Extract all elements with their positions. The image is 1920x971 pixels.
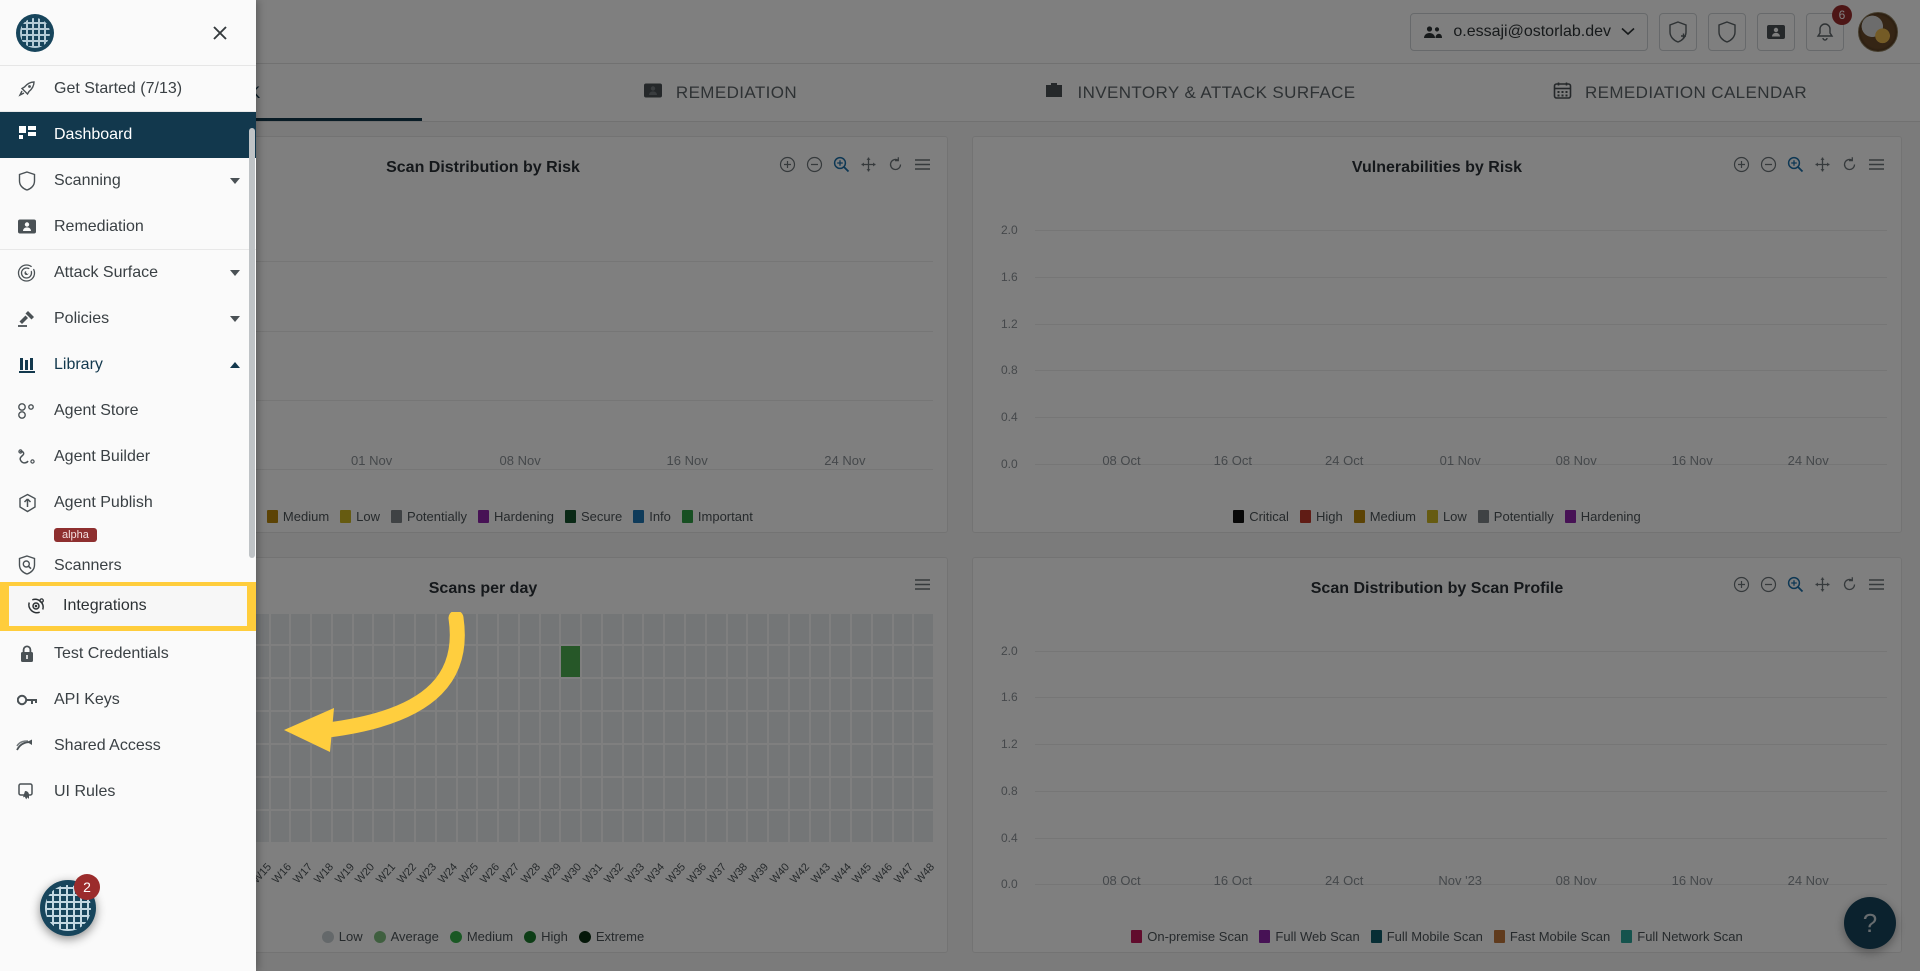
chevron-down-icon xyxy=(230,178,240,184)
scanner-icon xyxy=(16,555,38,575)
agent-store-icon xyxy=(16,402,38,420)
gavel-icon xyxy=(16,309,38,329)
sidebar-item-library[interactable]: Library xyxy=(0,342,256,388)
sidebar-item-label: Get Started (7/13) xyxy=(54,80,240,98)
support-chat-widget[interactable]: 2 xyxy=(40,880,96,936)
sidebar-item-label: Remediation xyxy=(54,218,240,236)
ostorlab-logo-icon[interactable] xyxy=(16,14,54,52)
rocket-icon xyxy=(16,79,38,99)
sidebar-item-api-keys[interactable]: API Keys xyxy=(0,677,256,723)
ui-rules-icon xyxy=(16,782,38,802)
sidebar-item-agent-publish[interactable]: Agent Publish xyxy=(0,480,256,526)
close-drawer-button[interactable] xyxy=(198,14,242,52)
drawer-scrollbar[interactable] xyxy=(249,128,255,558)
sidebar-item-label: Scanners xyxy=(54,557,240,575)
chevron-down-icon xyxy=(230,270,240,276)
sidebar-item-label: Policies xyxy=(54,310,214,328)
sidebar-item-scanning[interactable]: Scanning xyxy=(0,158,256,204)
agent-publish-icon xyxy=(16,493,38,513)
sidebar-item-integrations[interactable]: Integrations xyxy=(9,586,247,626)
sidebar-item-label: Test Credentials xyxy=(54,645,240,663)
sidebar-item-policies[interactable]: Policies xyxy=(0,296,256,342)
sidebar-item-label: UI Rules xyxy=(54,783,240,801)
sidebar-item-remediation[interactable]: Remediation xyxy=(0,204,256,250)
shield-icon xyxy=(16,171,38,191)
sidebar-item-label: Scanning xyxy=(54,172,214,190)
chevron-down-icon xyxy=(230,316,240,322)
sidebar-item-get-started[interactable]: Get Started (7/13) xyxy=(0,66,256,112)
sidebar-item-test-credentials[interactable]: Test Credentials xyxy=(0,631,256,677)
lock-icon xyxy=(16,644,38,664)
sidebar-item-label: Agent Store xyxy=(54,402,240,420)
sidebar-item-label: Agent Publish xyxy=(54,494,240,512)
integrations-icon xyxy=(25,596,47,616)
library-icon xyxy=(16,356,38,374)
sidebar-item-shared-access[interactable]: Shared Access xyxy=(0,723,256,769)
navigation-drawer: Get Started (7/13) Dashboard Scanning Re… xyxy=(0,0,256,971)
radar-icon xyxy=(16,263,38,283)
chat-unread-badge: 2 xyxy=(74,874,100,900)
sidebar-item-label: Integrations xyxy=(63,597,231,615)
drawer-scrim[interactable] xyxy=(0,0,1920,971)
sidebar-item-ui-rules[interactable]: UI Rules xyxy=(0,769,256,815)
sidebar-item-label: API Keys xyxy=(54,691,240,709)
sidebar-item-dashboard[interactable]: Dashboard xyxy=(0,112,256,158)
sidebar-item-label: Shared Access xyxy=(54,737,240,755)
sidebar-item-attack-surface[interactable]: Attack Surface xyxy=(0,250,256,296)
chevron-up-icon xyxy=(230,362,240,368)
sidebar-item-agent-builder[interactable]: Agent Builder xyxy=(0,434,256,480)
dashboard-icon xyxy=(16,125,38,144)
ticket-icon xyxy=(16,218,38,235)
agent-builder-icon xyxy=(16,448,38,466)
integrations-highlight-annotation: Integrations xyxy=(0,582,256,631)
drawer-header xyxy=(0,0,256,66)
sidebar-item-scanners[interactable]: alpha Scanners xyxy=(0,526,256,582)
sidebar-item-label: Dashboard xyxy=(54,126,240,144)
sidebar-item-label: Attack Surface xyxy=(54,264,214,282)
sidebar-item-label: Library xyxy=(54,356,214,374)
annotation-arrow xyxy=(268,612,488,772)
sidebar-item-label: Agent Builder xyxy=(54,448,240,466)
alpha-badge: alpha xyxy=(54,528,97,542)
key-icon xyxy=(16,693,38,707)
sidebar-item-agent-store[interactable]: Agent Store xyxy=(0,388,256,434)
share-icon xyxy=(16,739,38,753)
sidebar-nav: Get Started (7/13) Dashboard Scanning Re… xyxy=(0,66,256,815)
